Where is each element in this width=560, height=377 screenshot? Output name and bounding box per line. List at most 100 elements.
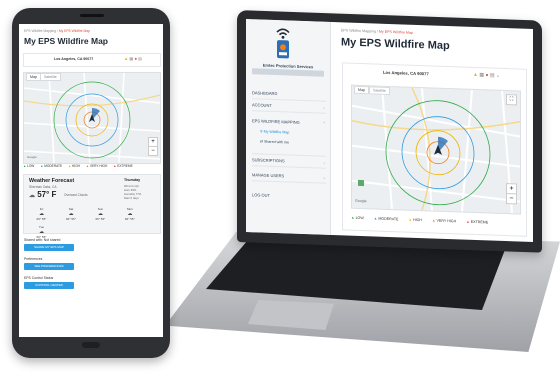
legend-low: ▲ LOW [351,215,364,221]
calendar-icon[interactable]: ▦ [129,56,133,61]
cloud-icon: ☁ [29,193,35,199]
record-icon[interactable]: ● [485,72,488,78]
breadcrumb-current: My EPS Wildfire Map [58,29,90,33]
map-pin-icon: ⚲ [260,129,263,134]
flame-icon: ▲ [23,164,27,168]
record-icon[interactable]: ● [134,56,137,61]
flame-icon: ▲ [351,215,355,220]
chevron-down-icon: ⌄ [322,159,326,165]
flame-icon: ▲ [431,218,436,223]
weather-location: Sherman Oaks, CA [29,185,57,189]
see-preferences-button[interactable]: SEE PREFERENCES [24,263,74,270]
control-status-label: EPS Control Status [24,276,54,280]
forecast-day: Tue ☁ 66° 55° [29,225,54,239]
map-toolbar: ▲ ▦ ● ▤ ⌄ [473,72,500,79]
sidebar-item-label: LOG OUT [252,192,271,198]
sidebar-item-logout[interactable]: LOG OUT [252,189,326,203]
weather-card: Weather Forecast Sherman Oaks, CA ☁ 57° … [23,174,161,239]
sidebar-item-subscriptions[interactable]: SUBSCRIPTIONS ⌄ [252,153,326,169]
map-card: Los Angeles, CA 90077 ▲ ▦ ● ▤ ⌄ Map Sate… [342,62,527,237]
control-center-button[interactable]: CONTROL CENTER [24,282,74,289]
breadcrumb: EPS Wildfire Mapping / My EPS Wildfire M… [24,29,90,33]
breadcrumb-root[interactable]: EPS Wildfire Mapping [341,28,376,33]
shared-with-label: Shared with: Not shared [24,238,61,242]
map-attribution: Google [27,155,37,159]
page-title: My EPS Wildfire Map [341,36,450,53]
weather-detail: Rain 0 days [124,196,139,200]
calendar-icon[interactable]: ▦ [479,72,484,78]
tab-satellite[interactable]: Satellite [369,86,390,96]
forecast-day: Sat ☁ 66° 55° [58,207,83,221]
location-bar: Los Angeles, CA 90077 ▲ ▦ ● ▤ [23,53,161,67]
risk-legend: ▲ LOW ▲ MODERATE ▲ HIGH ▲ VERY HIGH ▲ EX… [23,164,138,168]
page-title: My EPS Wildfire Map [24,36,108,46]
weather-title: Weather Forecast [29,178,75,184]
flame-icon: ▲ [85,164,90,168]
chevron-up-icon: ⌃ [322,120,326,126]
brand-logo-icon [276,28,290,59]
legend-moderate: MODERATE [44,164,63,168]
laptop-screen: Emtec Protection Services DASHBOARD ACCO… [246,19,533,243]
phone-home-indicator [82,342,100,348]
legend-low: LOW [27,164,35,168]
flame-icon: ▲ [408,217,412,222]
flame-icon: ▲ [40,164,44,168]
sidebar-item-label: DASHBOARD [252,90,278,97]
flame-icon: ▲ [113,164,117,168]
phone-screen: EPS Wildfire Mapping / My EPS Wildfire M… [19,24,163,337]
sidebar-item-account[interactable]: ACCOUNT ⌄ [252,99,326,114]
weather-temp: ☁ 57° F [29,190,57,199]
location-label: Los Angeles, CA 90077 [54,57,94,61]
flame-icon: ▲ [466,219,470,224]
sidebar-item-label: EPS WILDFIRE MAPPING [252,118,300,125]
sidebar-item-label: SUBSCRIPTIONS [252,157,285,164]
map-toolbar: ▲ ▦ ● ▤ [124,56,142,61]
legend-very-high: ▲ VERY HIGH [431,218,457,224]
sidebar-item-label: MANAGE USERS [252,172,285,179]
sidebar-item-label: ACCOUNT [252,102,272,108]
wildfire-map[interactable]: Map Satellite + − Google [23,72,161,164]
map-canvas [24,73,160,163]
legend-moderate: ▲ MODERATE [373,216,399,222]
sidebar: Emtec Protection Services DASHBOARD ACCO… [246,19,331,235]
weather-condition: Overcast Clouds [64,193,88,197]
sidebar-subitem-my-map[interactable]: ⚲ My Wildfire Map [260,129,289,134]
breadcrumb: EPS Wildfire Mapping / My EPS Wildfire M… [341,28,413,35]
phone-speaker [80,14,104,17]
tab-map[interactable]: Map [354,85,369,95]
risk-legend: ▲ LOW ▲ MODERATE ▲ HIGH ▲ VERY HIGH ▲ EX… [351,216,497,225]
alert-icon[interactable]: ▲ [124,56,128,61]
sidebar-subitem-shared[interactable]: ⇄ Shared with me [260,139,289,144]
chevron-down-icon[interactable]: ⌄ [496,73,500,79]
sidebar-item-manage-users[interactable]: MANAGE USERS ⌄ [252,169,326,184]
tab-satellite[interactable]: Satellite [40,73,61,81]
weather-day: Thursday [124,178,141,182]
flame-icon: ▲ [67,164,72,168]
sidebar-subitem-label: My Wildfire Map [263,129,290,135]
flame-icon: ▲ [373,216,378,221]
preferences-label: Preferences [24,257,43,261]
sidebar-item-wildfire-mapping[interactable]: EPS WILDFIRE MAPPING ⌃ [252,115,326,129]
zoom-out-button[interactable]: − [506,193,517,205]
share-map-button[interactable]: SHARE MY EPS MAP [24,244,74,251]
wildfire-map[interactable]: Map Satellite ⛶ + − Google [351,84,521,215]
legend-extreme: EXTREME [117,164,133,168]
breadcrumb-root[interactable]: EPS Wildfire Mapping [24,29,56,33]
grid-icon[interactable]: ▤ [490,73,495,79]
map-attribution: Google [355,198,367,204]
zoom-out-button[interactable]: − [148,146,158,156]
legend-extreme: ▲ EXTREME [466,219,489,225]
alert-icon[interactable]: ▲ [473,72,478,78]
brand-search-bar[interactable] [252,68,324,77]
legend-high: ▲ HIGH [408,217,422,223]
tab-map[interactable]: Map [26,73,41,81]
grid-icon[interactable]: ▤ [138,56,142,61]
forecast-day: Fri ☁ 66° 55° [29,207,54,221]
map-canvas [352,85,520,214]
fullscreen-icon[interactable]: ⛶ [506,94,517,106]
sidebar-subitem-label: Shared with me [264,139,289,145]
location-label: Los Angeles, CA 90077 [383,69,429,77]
legend-very-high: VERY HIGH [89,164,108,168]
forecast-day: Sun ☁ 66° 55° [88,207,113,221]
breadcrumb-current: My EPS Wildfire Map [378,29,413,35]
